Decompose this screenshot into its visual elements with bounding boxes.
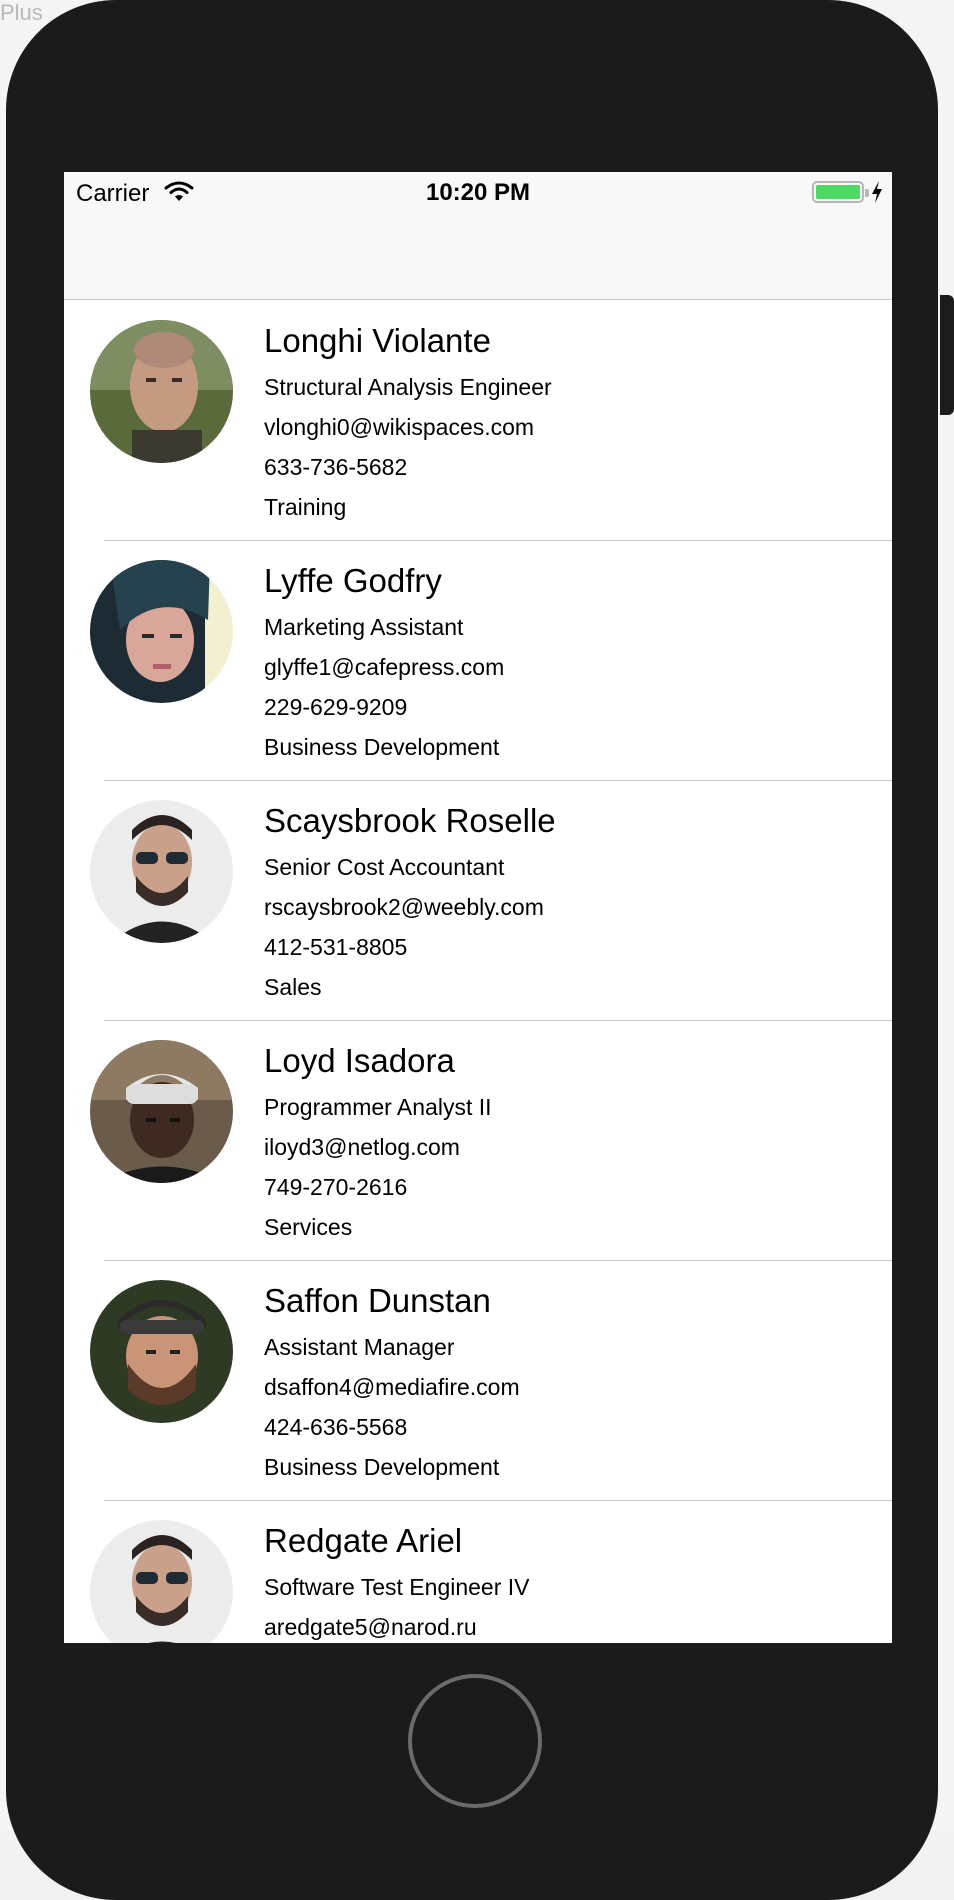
contact-email: rscaysbrook2@weebly.com [264,894,544,920]
battery-level [816,185,860,199]
contact-name: Longhi Violante [264,322,491,359]
battery-nub [865,189,869,197]
contact-phone: 749-270-2616 [264,1174,408,1200]
contact-name: Saffon Dunstan [264,1282,491,1319]
contact-list[interactable]: Longhi Violante Structural Analysis Engi… [64,301,892,1643]
avatar [90,320,233,463]
contact-phone: 633-736-5682 [264,454,408,480]
contact-phone: 229-629-9209 [264,694,408,720]
charging-bolt-icon [872,181,882,203]
contact-phone: 424-636-5568 [264,1414,408,1440]
contact-department: Services [264,1214,353,1240]
navigation-bar [64,212,892,300]
avatar [90,1280,233,1423]
avatar [90,1040,233,1183]
list-item[interactable]: Longhi Violante Structural Analysis Engi… [64,301,892,541]
contact-phone: 412-531-8805 [264,934,408,960]
clock: 10:20 PM [425,179,531,206]
list-item[interactable]: Loyd Isadora Programmer Analyst II iloyd… [64,1021,892,1261]
contact-email: dsaffon4@mediafire.com [264,1374,520,1400]
contact-email: vlonghi0@wikispaces.com [264,414,535,440]
battery-icon [812,181,869,203]
contact-name: Redgate Ariel [264,1522,463,1559]
home-button[interactable] [408,1674,542,1808]
contact-name: Scaysbrook Roselle [264,802,556,839]
contact-title: Assistant Manager [264,1334,455,1360]
contact-department: Sales [264,974,322,1000]
avatar [90,1520,233,1643]
contact-title: Senior Cost Accountant [264,854,505,880]
list-item[interactable]: Saffon Dunstan Assistant Manager dsaffon… [64,1261,892,1501]
contact-title: Marketing Assistant [264,614,464,640]
contact-name: Lyffe Godfry [264,562,442,599]
list-item[interactable]: Redgate Ariel Software Test Engineer IV … [64,1501,892,1643]
list-item[interactable]: Lyffe Godfry Marketing Assistant glyffe1… [64,541,892,781]
avatar [90,560,233,703]
contact-email: aredgate5@narod.ru [264,1614,477,1640]
list-item[interactable]: Scaysbrook Roselle Senior Cost Accountan… [64,781,892,1021]
background-window-title: Plus [0,0,43,25]
contact-title: Software Test Engineer IV [264,1574,530,1600]
contact-email: glyffe1@cafepress.com [264,654,505,680]
contact-title: Programmer Analyst II [264,1094,492,1120]
contact-name: Loyd Isadora [264,1042,455,1079]
contact-department: Business Development [264,734,500,760]
contact-department: Business Development [264,1454,500,1480]
device-screen: Carrier 10:20 PM Longhi Violante Structu… [64,172,892,1643]
status-bar: Carrier 10:20 PM [64,172,892,212]
background-window-tab [940,295,954,415]
contact-department: Training [264,494,347,520]
device-frame: Carrier 10:20 PM Longhi Violante Structu… [6,0,938,1900]
contact-email: iloyd3@netlog.com [264,1134,460,1160]
avatar [90,800,233,943]
contact-title: Structural Analysis Engineer [264,374,552,400]
